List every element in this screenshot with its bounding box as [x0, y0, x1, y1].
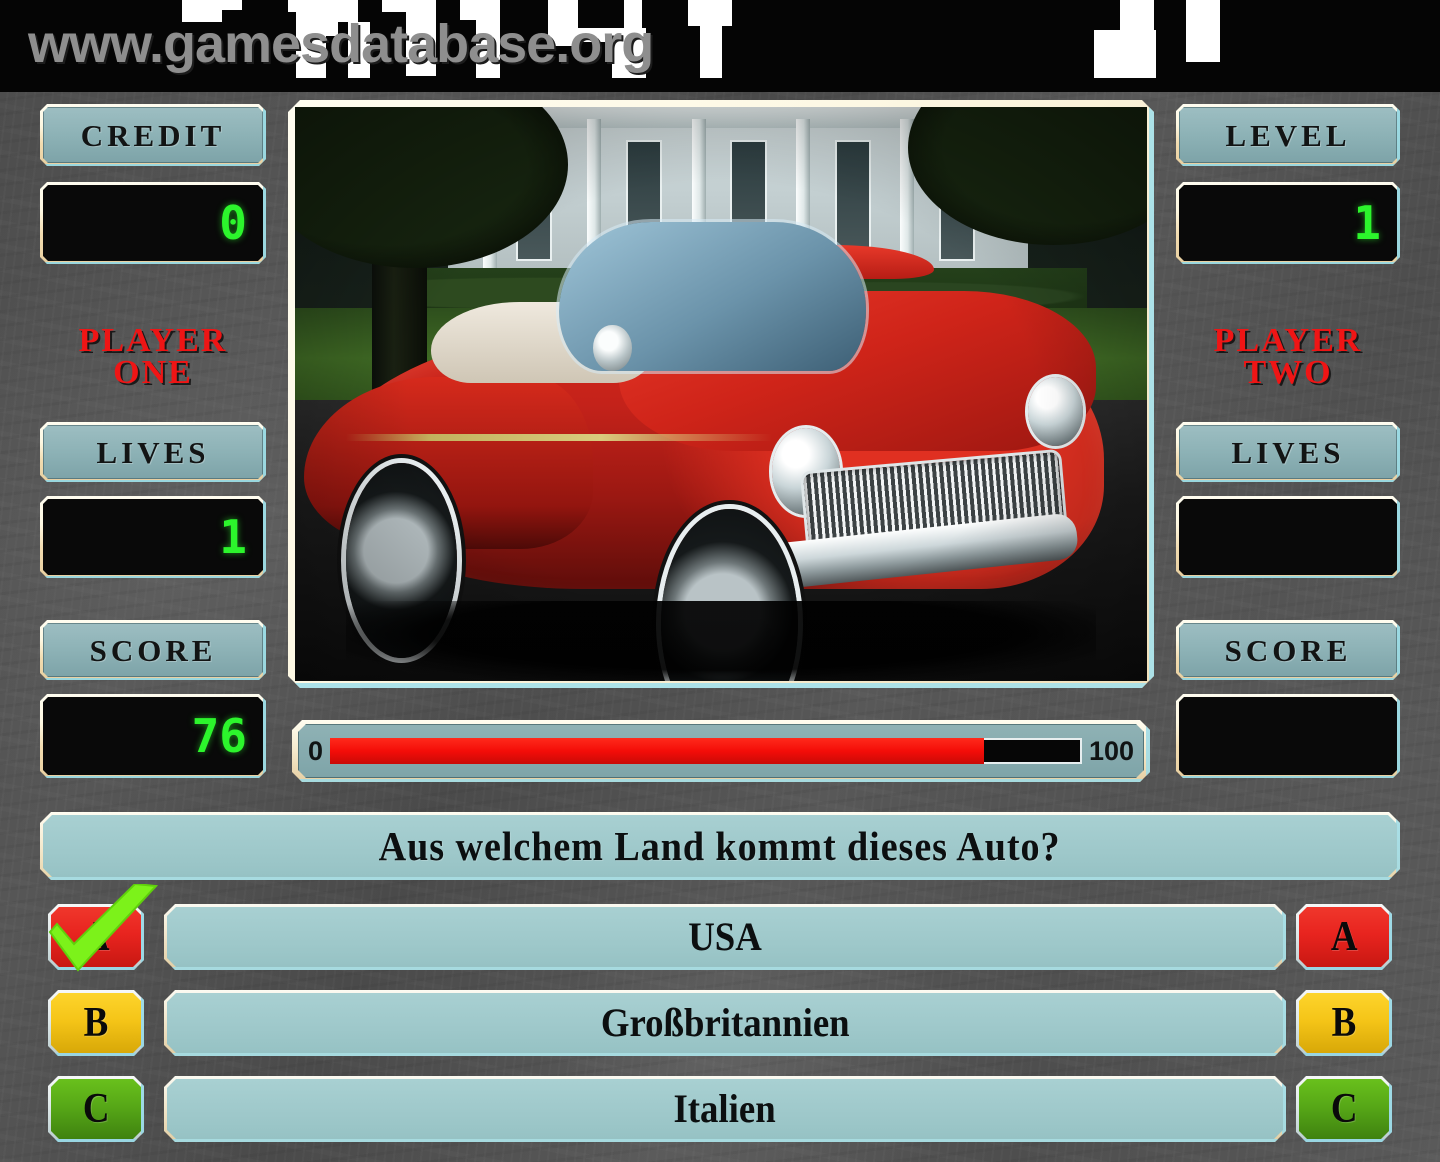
p2-lives-label: LIVES	[1231, 434, 1345, 470]
answer-key-right-a[interactable]: A	[1296, 904, 1392, 970]
credit-value-plate: 0	[40, 182, 266, 264]
credit-label-plate: CREDIT	[40, 104, 266, 166]
timer-max-label: 100	[1088, 735, 1134, 766]
answer-row-b: B Großbritannien B	[0, 988, 1440, 1060]
banner-block	[382, 0, 408, 12]
question-photo-frame	[288, 100, 1154, 688]
answer-key-left-a[interactable]: A	[48, 904, 144, 970]
answer-key-left-c-face: C	[51, 1079, 141, 1139]
question-text: Aus welchem Land kommt dieses Auto?	[379, 822, 1061, 869]
timer-bar: 0 100	[292, 720, 1150, 782]
banner-block	[222, 0, 242, 10]
answer-key-right-a-letter: A	[1330, 914, 1358, 960]
player-one-name-line2: ONE	[113, 353, 193, 391]
player-two-name: PLAYER TWO	[1176, 322, 1400, 391]
photo-car-shadow	[346, 601, 1096, 681]
p1-lives-label: LIVES	[96, 434, 210, 470]
level-value: 1	[1353, 196, 1381, 250]
banner-block	[1186, 0, 1220, 62]
timer-fill	[330, 738, 984, 764]
answer-row-a: A USA A	[0, 902, 1440, 974]
level-value-plate: 1	[1176, 182, 1400, 264]
watermark-text: www.gamesdatabase.org	[28, 14, 654, 74]
player-one-name: PLAYER ONE	[40, 322, 266, 391]
credit-label: CREDIT	[80, 117, 226, 153]
p1-lives-value-plate: 1	[40, 496, 266, 578]
p2-score-label: SCORE	[1224, 632, 1352, 668]
level-label: LEVEL	[1225, 117, 1351, 153]
timer-min-label: 0	[308, 735, 324, 766]
watermark-banner: www.gamesdatabase.org	[0, 0, 1440, 92]
banner-block	[700, 26, 722, 78]
answer-key-right-c[interactable]: C	[1296, 1076, 1392, 1142]
answer-key-right-b-face: B	[1299, 993, 1389, 1053]
p1-score-value-plate: 76	[40, 694, 266, 778]
credit-value: 0	[219, 196, 247, 250]
answer-key-right-c-letter: C	[1330, 1086, 1358, 1132]
player-two-name-line2: TWO	[1243, 353, 1333, 391]
photo-car-side-stripe	[346, 434, 772, 441]
answer-text-a: USA	[688, 914, 762, 959]
answer-key-left-a-letter: A	[82, 914, 110, 960]
answer-key-left-c-letter: C	[82, 1086, 110, 1132]
banner-block	[688, 0, 732, 26]
answer-key-left-b[interactable]: B	[48, 990, 144, 1056]
p1-lives-value: 1	[219, 510, 247, 564]
banner-block	[1120, 0, 1154, 30]
p1-score-value: 76	[191, 709, 247, 763]
p1-score-label: SCORE	[89, 632, 217, 668]
answer-key-left-b-letter: B	[83, 1000, 109, 1046]
player-one-name-line1: PLAYER	[78, 322, 228, 359]
answer-key-right-c-face: C	[1299, 1079, 1389, 1139]
arcade-quiz-screen: www.gamesdatabase.org CREDIT 0 PLAYER ON…	[0, 0, 1440, 1162]
p1-lives-label-plate: LIVES	[40, 422, 266, 482]
banner-fade	[0, 78, 1440, 92]
p2-lives-value-plate	[1176, 496, 1400, 578]
answer-key-left-c[interactable]: C	[48, 1076, 144, 1142]
answer-plate-c[interactable]: Italien	[164, 1076, 1286, 1142]
question-photo	[295, 107, 1147, 681]
level-label-plate: LEVEL	[1176, 104, 1400, 166]
p2-score-label-plate: SCORE	[1176, 620, 1400, 680]
answer-text-b: Großbritannien	[600, 1000, 850, 1045]
p1-score-label-plate: SCORE	[40, 620, 266, 680]
answer-key-left-b-face: B	[51, 993, 141, 1053]
photo-car-headlight	[1028, 377, 1083, 446]
answer-plate-a[interactable]: USA	[164, 904, 1286, 970]
player-two-name-line1: PLAYER	[1213, 322, 1363, 359]
photo-house-window	[837, 142, 869, 259]
banner-block	[288, 0, 324, 12]
answer-text-c: Italien	[673, 1086, 777, 1131]
banner-block	[1094, 30, 1156, 78]
p2-lives-label-plate: LIVES	[1176, 422, 1400, 482]
question-bar: Aus welchem Land kommt dieses Auto?	[40, 812, 1400, 880]
answer-key-right-b[interactable]: B	[1296, 990, 1392, 1056]
timer-track	[330, 738, 1082, 764]
answer-key-right-b-letter: B	[1331, 1000, 1357, 1046]
answer-plate-b[interactable]: Großbritannien	[164, 990, 1286, 1056]
answer-key-left-a-face: A	[51, 907, 141, 967]
answer-row-c: C Italien C	[0, 1074, 1440, 1146]
photo-car-mirror	[593, 325, 631, 371]
answer-key-right-a-face: A	[1299, 907, 1389, 967]
p2-score-value-plate	[1176, 694, 1400, 778]
